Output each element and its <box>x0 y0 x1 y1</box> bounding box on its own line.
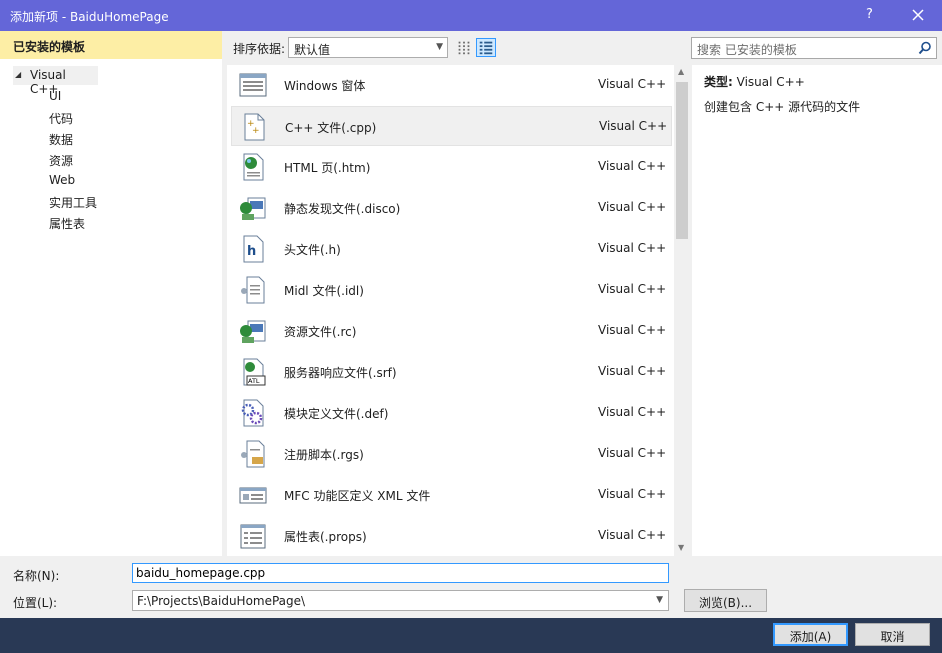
template-list-scrollbar[interactable]: ▲ ▼ <box>674 65 690 556</box>
template-name: HTML 页(.htm) <box>284 161 371 175</box>
template-row-cpp-file[interactable]: + + C++ 文件(.cpp) Visual C++ <box>231 106 672 146</box>
sort-dropdown[interactable]: 默认值 ▼ <box>288 37 448 58</box>
window-title: 添加新项 - BaiduHomePage <box>10 10 169 24</box>
header-file-icon: h <box>243 235 264 263</box>
template-row-props-file[interactable]: 属性表(.props) Visual C++ <box>231 516 672 556</box>
template-description: 创建包含 C++ 源代码的文件 <box>704 100 861 114</box>
html-page-icon <box>243 153 264 181</box>
template-language: Visual C++ <box>598 487 667 501</box>
def-file-icon <box>241 399 264 427</box>
template-language: Visual C++ <box>598 405 667 419</box>
tree-item-web[interactable]: Web <box>49 173 75 187</box>
tree-item-label: Visual C++ <box>30 68 66 96</box>
tree-item-resources[interactable]: 资源 <box>49 152 73 169</box>
template-tree-panel: 已安装的模板 ◢ Visual C++ UI 代码 数据 资源 Web 实用工具… <box>0 31 222 556</box>
props-file-icon <box>240 524 266 549</box>
type-value: Visual C++ <box>736 75 805 89</box>
search-icon[interactable] <box>918 41 932 55</box>
idl-file-icon <box>241 276 265 304</box>
template-language: Visual C++ <box>598 282 667 296</box>
sort-value: 默认值 <box>294 43 331 57</box>
template-row-def-file[interactable]: 模块定义文件(.def) Visual C++ <box>231 393 672 433</box>
template-name: 静态发现文件(.disco) <box>284 202 401 216</box>
file-form: 名称(N): 位置(L): F:\Projects\BaiduHomePage\… <box>0 556 942 618</box>
template-name: MFC 功能区定义 XML 文件 <box>284 489 431 503</box>
template-name: 服务器响应文件(.srf) <box>284 366 397 380</box>
template-language: Visual C++ <box>599 119 668 133</box>
template-row-windows-form[interactable]: Windows 窗体 Visual C++ <box>231 65 672 105</box>
search-input[interactable]: 搜索 已安装的模板 <box>691 37 937 59</box>
template-language: Visual C++ <box>598 77 667 91</box>
installed-templates-header[interactable]: 已安装的模板 <box>0 31 222 59</box>
tree-item-code[interactable]: 代码 <box>49 110 73 127</box>
medium-icons-view-icon[interactable] <box>476 38 496 57</box>
ribbon-xml-icon <box>239 487 267 504</box>
list-toolbar: 排序依据: 默认值 ▼ <box>222 31 690 65</box>
title-bar: 添加新项 - BaiduHomePage ? <box>0 0 942 31</box>
form-icon <box>239 73 267 97</box>
tree-item-visual-cpp[interactable]: ◢ Visual C++ <box>13 66 98 96</box>
template-name: 注册脚本(.rgs) <box>284 448 364 462</box>
cpp-file-icon: + + <box>244 113 265 141</box>
expand-arrow-icon[interactable]: ◢ <box>15 70 21 79</box>
location-value: F:\Projects\BaiduHomePage\ <box>137 594 306 608</box>
browse-button[interactable]: 浏览(B)... <box>684 589 767 612</box>
resource-file-icon <box>240 320 266 343</box>
template-name: Windows 窗体 <box>284 79 366 93</box>
template-row-ribbon-xml[interactable]: MFC 功能区定义 XML 文件 Visual C++ <box>231 475 672 515</box>
close-icon[interactable] <box>906 4 930 26</box>
dialog-footer: 添加(A) 取消 <box>0 618 942 653</box>
template-row-rgs-file[interactable]: 注册脚本(.rgs) Visual C++ <box>231 434 672 474</box>
dialog-body: 已安装的模板 ◢ Visual C++ UI 代码 数据 资源 Web 实用工具… <box>0 31 942 618</box>
type-label: 类型: <box>704 75 733 89</box>
name-label: 名称(N): <box>13 569 60 583</box>
chevron-down-icon: ▼ <box>656 595 663 605</box>
tree-item-property-sheets[interactable]: 属性表 <box>49 215 85 232</box>
template-name: 模块定义文件(.def) <box>284 407 389 421</box>
disco-file-icon <box>240 197 266 220</box>
svg-text:h: h <box>247 244 256 259</box>
template-name: 资源文件(.rc) <box>284 325 357 339</box>
template-name: Midl 文件(.idl) <box>284 284 364 298</box>
search-placeholder: 搜索 已安装的模板 <box>697 43 797 57</box>
template-language: Visual C++ <box>598 528 667 542</box>
srf-file-icon: ATL <box>243 358 266 386</box>
template-row-html-page[interactable]: HTML 页(.htm) Visual C++ <box>231 147 672 187</box>
scrollbar-thumb[interactable] <box>676 82 688 239</box>
template-language: Visual C++ <box>598 200 667 214</box>
template-row-idl-file[interactable]: Midl 文件(.idl) Visual C++ <box>231 270 672 310</box>
name-input[interactable] <box>132 563 669 583</box>
template-language: Visual C++ <box>598 241 667 255</box>
template-language: Visual C++ <box>598 323 667 337</box>
template-list: Windows 窗体 Visual C++ + + C++ 文件(.cpp) V… <box>227 65 690 556</box>
chevron-down-icon: ▼ <box>436 42 443 52</box>
small-icons-view-icon[interactable] <box>454 38 474 57</box>
template-row-srf-file[interactable]: ATL 服务器响应文件(.srf) Visual C++ <box>231 352 672 392</box>
location-label: 位置(L): <box>13 596 58 610</box>
tree-item-utility[interactable]: 实用工具 <box>49 194 97 211</box>
template-language: Visual C++ <box>598 364 667 378</box>
rgs-file-icon <box>241 440 265 468</box>
template-name: 属性表(.props) <box>284 530 367 544</box>
scroll-down-icon[interactable]: ▼ <box>678 543 684 552</box>
tree-item-data[interactable]: 数据 <box>49 131 73 148</box>
template-row-disco-file[interactable]: 静态发现文件(.disco) Visual C++ <box>231 188 672 228</box>
help-button[interactable]: ? <box>866 7 873 22</box>
template-details-panel: 类型: Visual C++ 创建包含 C++ 源代码的文件 <box>692 65 942 556</box>
svg-text:+: + <box>252 126 260 136</box>
scroll-up-icon[interactable]: ▲ <box>678 67 684 76</box>
template-name: 头文件(.h) <box>284 243 341 257</box>
sort-label: 排序依据: <box>233 42 286 56</box>
add-button[interactable]: 添加(A) <box>773 623 848 646</box>
template-language: Visual C++ <box>598 159 667 173</box>
template-type: 类型: Visual C++ <box>704 73 805 90</box>
template-language: Visual C++ <box>598 446 667 460</box>
template-name: C++ 文件(.cpp) <box>285 121 377 135</box>
template-row-resource-file[interactable]: 资源文件(.rc) Visual C++ <box>231 311 672 351</box>
svg-text:ATL: ATL <box>248 377 260 385</box>
tree-item-ui[interactable]: UI <box>49 89 61 103</box>
location-dropdown[interactable]: F:\Projects\BaiduHomePage\ ▼ <box>132 590 669 611</box>
cancel-button[interactable]: 取消 <box>855 623 930 646</box>
template-row-header-file[interactable]: h 头文件(.h) Visual C++ <box>231 229 672 269</box>
